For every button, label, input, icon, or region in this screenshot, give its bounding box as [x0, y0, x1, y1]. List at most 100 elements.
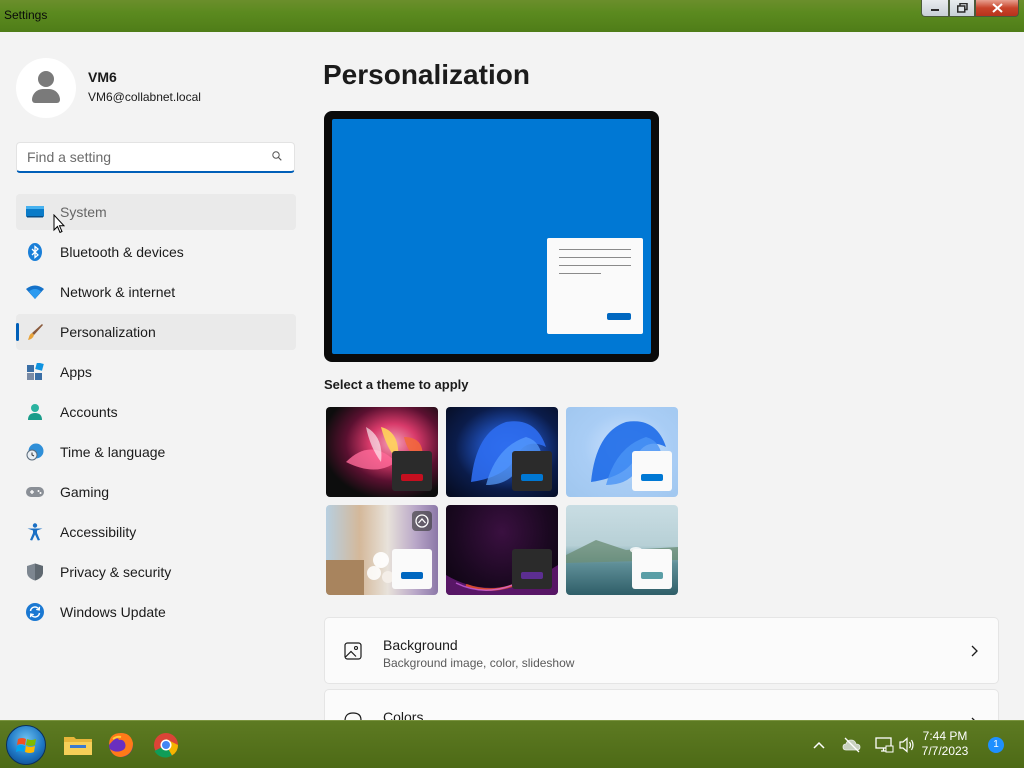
- sidebar-item-privacy[interactable]: Privacy & security: [16, 554, 296, 590]
- window-controls: [921, 0, 1019, 17]
- theme-tile-glow[interactable]: [326, 407, 438, 497]
- sidebar-item-accounts[interactable]: Accounts: [16, 394, 296, 430]
- preview-line: [559, 257, 631, 258]
- preview-button: [607, 313, 631, 320]
- spotlight-badge: [412, 511, 432, 531]
- theme-mini-window: [392, 549, 432, 589]
- theme-tile-captured-motion[interactable]: [446, 505, 558, 595]
- search-box[interactable]: [16, 142, 295, 173]
- apps-icon: [27, 363, 44, 380]
- preview-line: [559, 265, 631, 266]
- preview-line: [559, 249, 631, 250]
- themes-label: Select a theme to apply: [324, 377, 469, 392]
- theme-tile-flow[interactable]: [566, 505, 678, 595]
- sidebar-item-label: Bluetooth & devices: [60, 244, 184, 260]
- gamepad-icon: [26, 487, 44, 497]
- spotlight-icon: [415, 514, 429, 528]
- show-hidden-icons-icon[interactable]: [812, 738, 826, 752]
- taskbar-clock[interactable]: 7:44 PM 7/7/2023: [910, 729, 980, 759]
- shield-icon: [27, 563, 43, 581]
- colors-setting-card[interactable]: Colors: [324, 689, 999, 720]
- sidebar-item-network[interactable]: Network & internet: [16, 274, 296, 310]
- sidebar-item-label: Privacy & security: [60, 564, 172, 580]
- mouse-cursor-icon: [53, 214, 65, 234]
- search-icon[interactable]: [272, 151, 282, 161]
- theme-mini-window: [632, 549, 672, 589]
- theme-accent-bar: [521, 474, 543, 481]
- avatar-head: [38, 71, 54, 87]
- sidebar-item-gaming[interactable]: Gaming: [16, 474, 296, 510]
- wifi-icon: [26, 285, 44, 299]
- sidebar-item-label: Time & language: [60, 444, 166, 460]
- sidebar-item-label: Personalization: [60, 324, 156, 340]
- theme-tile-spotlight[interactable]: [326, 505, 438, 595]
- sidebar-item-bluetooth[interactable]: Bluetooth & devices: [16, 234, 296, 270]
- theme-accent-bar: [641, 572, 663, 579]
- theme-accent-bar: [401, 572, 423, 579]
- sidebar-item-windows-update[interactable]: Windows Update: [16, 594, 296, 630]
- chrome-icon[interactable]: [148, 727, 184, 763]
- person-icon: [28, 404, 42, 420]
- minimize-button[interactable]: [921, 0, 949, 17]
- card-subtitle: Background image, color, slideshow: [383, 656, 575, 670]
- sidebar-item-label: Accessibility: [60, 524, 137, 540]
- file-explorer-icon[interactable]: [60, 727, 96, 763]
- background-setting-card[interactable]: Background Background image, color, slid…: [324, 617, 999, 684]
- image-icon: [344, 642, 362, 660]
- taskbar: 7:44 PM 7/7/2023 1: [0, 720, 1024, 768]
- sidebar-item-personalization[interactable]: Personalization: [16, 314, 296, 350]
- restore-icon: [956, 3, 968, 13]
- close-button[interactable]: [975, 0, 1019, 17]
- page-title: Personalization: [323, 59, 530, 90]
- update-icon: [26, 603, 44, 621]
- theme-tile-windows-dark[interactable]: [446, 407, 558, 497]
- title-bar: Settings: [0, 0, 1024, 32]
- preview-window: [547, 238, 643, 334]
- network-icon[interactable]: [874, 735, 894, 755]
- chevron-right-icon: [971, 645, 978, 657]
- card-title: Background: [383, 637, 458, 653]
- firefox-icon[interactable]: [103, 727, 139, 763]
- clock-date: 7/7/2023: [921, 744, 969, 758]
- preview-wallpaper: [332, 119, 651, 354]
- theme-mini-window: [512, 451, 552, 491]
- user-email: VM6@collabnet.local: [88, 89, 201, 104]
- theme-grid: [326, 407, 678, 595]
- theme-accent-bar: [521, 572, 543, 579]
- sidebar-item-label: Apps: [60, 364, 92, 380]
- minimize-icon: [931, 9, 939, 11]
- avatar-body: [32, 89, 60, 103]
- theme-accent-bar: [641, 474, 663, 481]
- search-input[interactable]: [27, 149, 267, 165]
- windows-logo-icon: [16, 738, 36, 753]
- window-title: Settings: [4, 8, 48, 22]
- card-title: Colors: [383, 709, 424, 720]
- bluetooth-icon: [28, 243, 42, 261]
- sidebar: VM6 VM6@collabnet.local System Bluetooth…: [0, 32, 312, 720]
- globe-clock-icon: [26, 443, 44, 461]
- sidebar-item-label: Windows Update: [60, 604, 166, 620]
- onedrive-offline-icon[interactable]: [842, 736, 862, 754]
- clock-time: 7:44 PM: [922, 729, 968, 743]
- sidebar-item-label: Gaming: [60, 484, 110, 500]
- sidebar-item-accessibility[interactable]: Accessibility: [16, 514, 296, 550]
- sidebar-nav: System Bluetooth & devices Network & int…: [16, 194, 296, 634]
- notification-badge[interactable]: 1: [988, 737, 1004, 753]
- sidebar-item-apps[interactable]: Apps: [16, 354, 296, 390]
- monitor-icon: [26, 206, 44, 218]
- user-profile[interactable]: VM6 VM6@collabnet.local: [16, 58, 201, 118]
- maximize-button[interactable]: [949, 0, 975, 17]
- theme-accent-bar: [401, 474, 423, 481]
- accessibility-icon: [27, 523, 43, 541]
- user-name: VM6: [88, 68, 117, 85]
- theme-mini-window: [632, 451, 672, 491]
- palette-icon: [344, 712, 362, 720]
- theme-mini-window: [392, 451, 432, 491]
- sidebar-item-label: Network & internet: [60, 284, 176, 300]
- start-button[interactable]: [6, 725, 46, 765]
- theme-mini-window: [512, 549, 552, 589]
- sidebar-item-time-language[interactable]: Time & language: [16, 434, 296, 470]
- theme-tile-windows-light[interactable]: [566, 407, 678, 497]
- theme-preview: [324, 111, 659, 362]
- avatar: [16, 58, 76, 118]
